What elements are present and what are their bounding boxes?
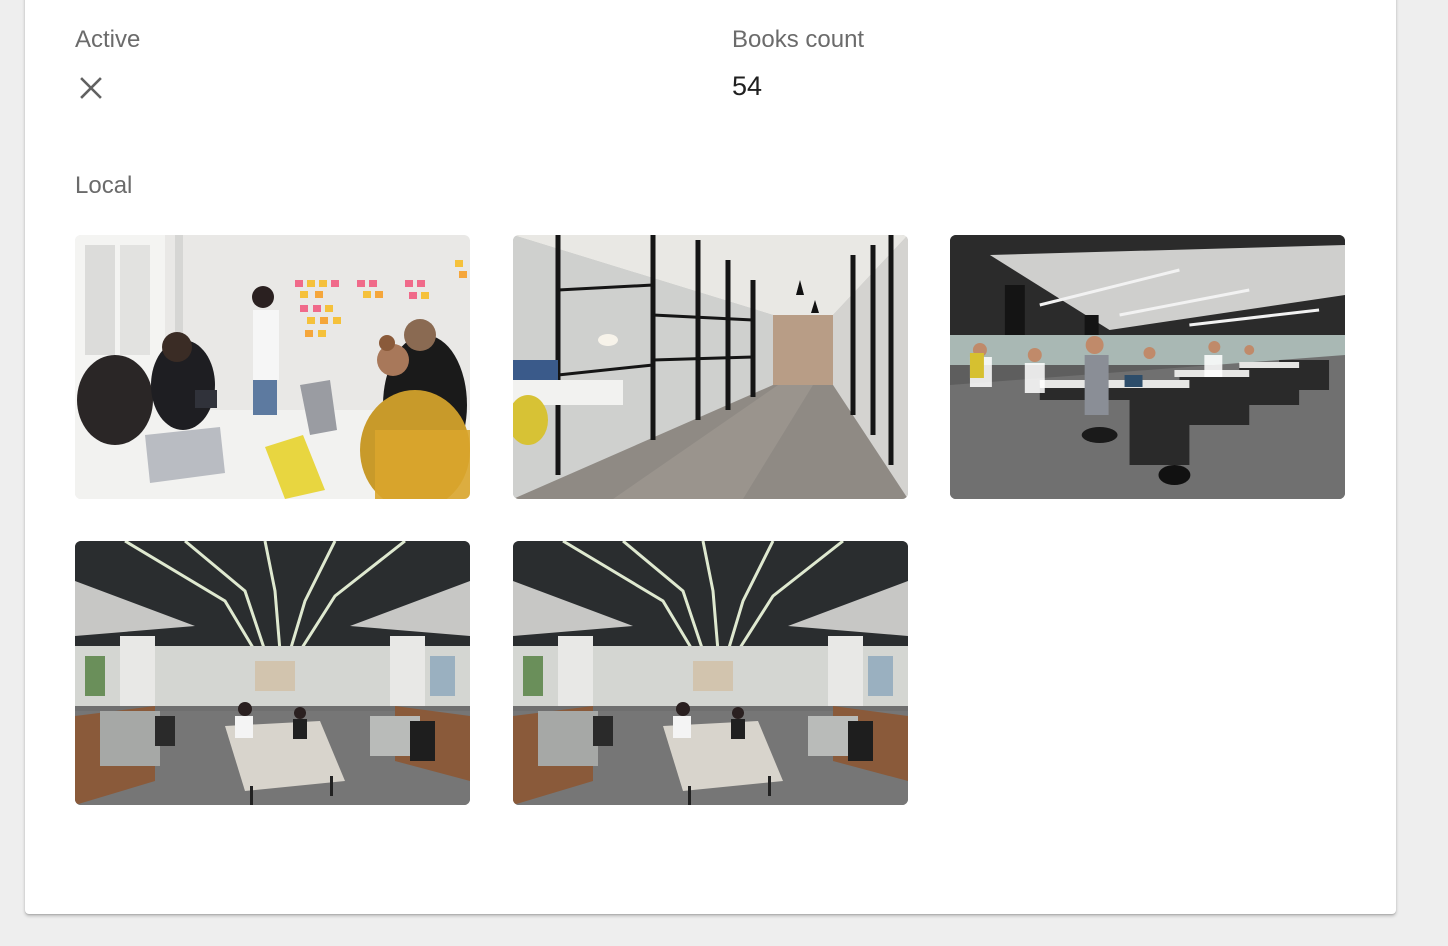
detail-card: Active Books count 54 Local	[25, 0, 1396, 914]
meeting-photo	[75, 235, 470, 499]
gallery-image-office-hall-2[interactable]	[513, 541, 908, 805]
close-icon	[80, 77, 102, 99]
corridor-photo	[513, 235, 908, 499]
active-label: Active	[75, 26, 141, 53]
gallery-image-open-office[interactable]	[950, 235, 1345, 499]
gallery-image-office-hall[interactable]	[75, 541, 470, 805]
office-hall-photo	[513, 541, 908, 805]
books-count-label: Books count	[732, 26, 865, 53]
gallery-image-meeting[interactable]	[75, 235, 470, 499]
gallery-image-corridor[interactable]	[513, 235, 908, 499]
local-label: Local	[75, 172, 133, 199]
open-office-photo	[950, 235, 1345, 499]
office-hall-photo	[75, 541, 470, 805]
books-count-value: 54	[732, 71, 763, 101]
